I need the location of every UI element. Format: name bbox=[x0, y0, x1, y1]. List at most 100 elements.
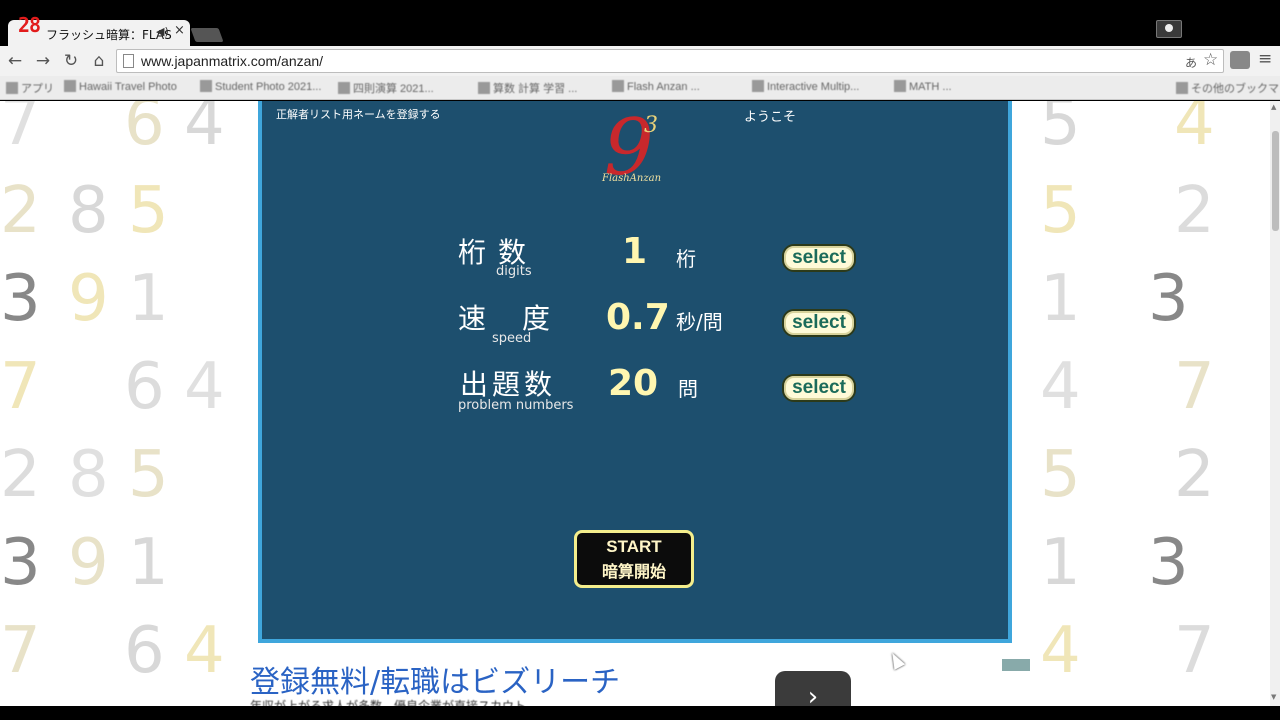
bookmark-item[interactable]: Student Photo 2021... bbox=[200, 80, 330, 96]
background-digit: 4 bbox=[1174, 101, 1215, 160]
start-label: START bbox=[606, 537, 662, 556]
welcome-text: ようこそ bbox=[744, 110, 797, 125]
bookmark-icon bbox=[478, 82, 490, 94]
digits-unit: 桁 bbox=[676, 247, 696, 271]
forward-icon[interactable]: → bbox=[32, 50, 54, 72]
background-digit: 5 bbox=[128, 438, 169, 512]
background-digit: 5 bbox=[1040, 174, 1081, 248]
tab-title: フラッシュ暗算：FLAS bbox=[46, 28, 172, 42]
ad-headline[interactable]: 登録無料/転職はビズリーチ bbox=[250, 657, 620, 701]
speed-unit: 秒/問 bbox=[676, 310, 723, 334]
bookmark-icon bbox=[338, 82, 350, 94]
tab-active[interactable]: 28 フラッシュ暗算：FLAS ◀) × bbox=[8, 14, 190, 46]
problem-numbers-select-button[interactable]: select bbox=[782, 374, 856, 402]
background-digit: 7 bbox=[0, 614, 41, 688]
problem-numbers-value: 20 bbox=[608, 363, 659, 404]
background-digit: 2 bbox=[1174, 438, 1215, 512]
bookmark-item[interactable]: Hawaii Travel Photo bbox=[64, 80, 192, 96]
reload-icon[interactable]: ↻ bbox=[60, 50, 82, 72]
background-digit: 1 bbox=[1040, 526, 1081, 600]
background-digit: 7 bbox=[0, 101, 41, 160]
translate-icon[interactable]: あ bbox=[1185, 54, 1197, 71]
background-digit: 2 bbox=[0, 174, 41, 248]
bottom-bar bbox=[0, 706, 1280, 720]
background-digit: 4 bbox=[184, 350, 225, 424]
problem-numbers-unit: 問 bbox=[678, 377, 698, 401]
bookmark-icon bbox=[752, 80, 764, 92]
scroll-thumb[interactable] bbox=[1272, 131, 1279, 231]
bookmark-icon bbox=[200, 80, 212, 92]
logo-text: FlashAnzan bbox=[602, 173, 662, 184]
background-digit: 3 bbox=[1148, 262, 1189, 336]
background-digit: 3 bbox=[0, 526, 41, 600]
browser-toolbar: ← → ↻ ⌂ www.japanmatrix.com/anzan/ あ ☆ ≡ bbox=[0, 46, 1280, 76]
page-icon bbox=[123, 54, 134, 68]
address-bar[interactable]: www.japanmatrix.com/anzan/ あ ☆ bbox=[116, 49, 1224, 73]
browser-tab-strip: 28 フラッシュ暗算：FLAS ◀) × bbox=[0, 0, 1280, 46]
speed-sublabel: speed bbox=[492, 331, 532, 346]
flash-anzan-logo: 9 3 FlashAnzan bbox=[592, 103, 678, 195]
background-digit: 7 bbox=[1174, 350, 1215, 424]
background-digit: 4 bbox=[184, 614, 225, 688]
address-url[interactable]: www.japanmatrix.com/anzan/ bbox=[141, 53, 323, 69]
background-digit: 3 bbox=[1148, 526, 1189, 600]
flash-anzan-app[interactable]: 正解者リスト用ネームを登録する ようこそ 9 3 FlashAnzan 桁数 d… bbox=[258, 101, 1012, 643]
background-digit: 2 bbox=[1174, 174, 1215, 248]
register-name-link[interactable]: 正解者リスト用ネームを登録する bbox=[276, 106, 441, 122]
menu-icon[interactable]: ≡ bbox=[1258, 49, 1272, 69]
extension-icon[interactable] bbox=[1230, 51, 1250, 69]
bookmark-item[interactable]: Interactive Multip... bbox=[752, 80, 888, 96]
digits-sublabel: digits bbox=[496, 264, 532, 279]
scroll-down-icon[interactable]: ▼ bbox=[1271, 693, 1276, 701]
background-digit: 6 bbox=[124, 614, 165, 688]
home-icon[interactable]: ⌂ bbox=[88, 50, 110, 72]
background-digit: 7 bbox=[1174, 614, 1215, 688]
background-digit: 4 bbox=[1040, 614, 1081, 688]
tab-favicon: 28 bbox=[18, 13, 41, 37]
apps-icon bbox=[6, 82, 18, 94]
background-digit: 3 bbox=[0, 262, 41, 336]
start-button[interactable]: START 暗算開始 bbox=[574, 530, 694, 588]
folder-icon bbox=[1176, 82, 1188, 94]
background-digit: 9 bbox=[68, 526, 109, 600]
ad-choices-icon[interactable] bbox=[1002, 659, 1030, 671]
background-digit: 6 bbox=[124, 101, 165, 160]
profile-icon[interactable] bbox=[1156, 20, 1182, 38]
bookmark-item[interactable]: 四則演算 2021... bbox=[338, 80, 472, 96]
ad-subtext: 年収が上がる求人が多数。優良企業が直接スカウト。 bbox=[250, 699, 538, 706]
background-digit: 4 bbox=[184, 101, 225, 160]
bookmarks-bar: アプリ Hawaii Travel Photo Student Photo 20… bbox=[0, 76, 1280, 100]
bookmark-item[interactable]: アプリ bbox=[6, 80, 58, 96]
bookmark-icon bbox=[612, 80, 624, 92]
background-digit: 1 bbox=[128, 262, 169, 336]
background-digit: 4 bbox=[1040, 350, 1081, 424]
bookmark-item[interactable]: Flash Anzan ... bbox=[612, 80, 744, 96]
background-digit: 8 bbox=[68, 174, 109, 248]
bookmark-icon bbox=[894, 80, 906, 92]
back-icon[interactable]: ← bbox=[4, 50, 26, 72]
bookmark-item[interactable]: その他のブックマーク bbox=[1176, 80, 1280, 96]
bookmark-item[interactable]: 算数 計算 学習 ... bbox=[478, 80, 606, 96]
page-scrollbar[interactable]: ▲ ▼ bbox=[1270, 101, 1280, 706]
page-viewport: 76428539176428539176454521347521347 正解者リ… bbox=[0, 101, 1270, 706]
logo-superscript: 3 bbox=[644, 113, 658, 138]
start-label-japanese: 暗算開始 bbox=[601, 562, 666, 581]
digits-value: 1 bbox=[622, 231, 648, 272]
digits-select-button[interactable]: select bbox=[782, 244, 856, 272]
scroll-up-icon[interactable]: ▲ bbox=[1271, 103, 1276, 111]
ad-next-button[interactable]: › bbox=[775, 671, 851, 706]
speaker-icon[interactable]: ◀) bbox=[156, 25, 169, 38]
star-icon[interactable]: ☆ bbox=[1203, 50, 1218, 70]
problem-numbers-sublabel: problem numbers bbox=[458, 398, 574, 413]
background-digit: 5 bbox=[128, 174, 169, 248]
new-tab-button[interactable] bbox=[190, 28, 224, 42]
bookmark-icon bbox=[64, 80, 76, 92]
background-digit: 7 bbox=[0, 350, 41, 424]
background-digit: 5 bbox=[1040, 438, 1081, 512]
bookmark-item[interactable]: MATH ... bbox=[894, 80, 1026, 96]
close-icon[interactable]: × bbox=[174, 23, 185, 38]
background-digit: 2 bbox=[0, 438, 41, 512]
background-digit: 1 bbox=[1040, 262, 1081, 336]
background-digit: 6 bbox=[124, 350, 165, 424]
speed-select-button[interactable]: select bbox=[782, 309, 856, 337]
